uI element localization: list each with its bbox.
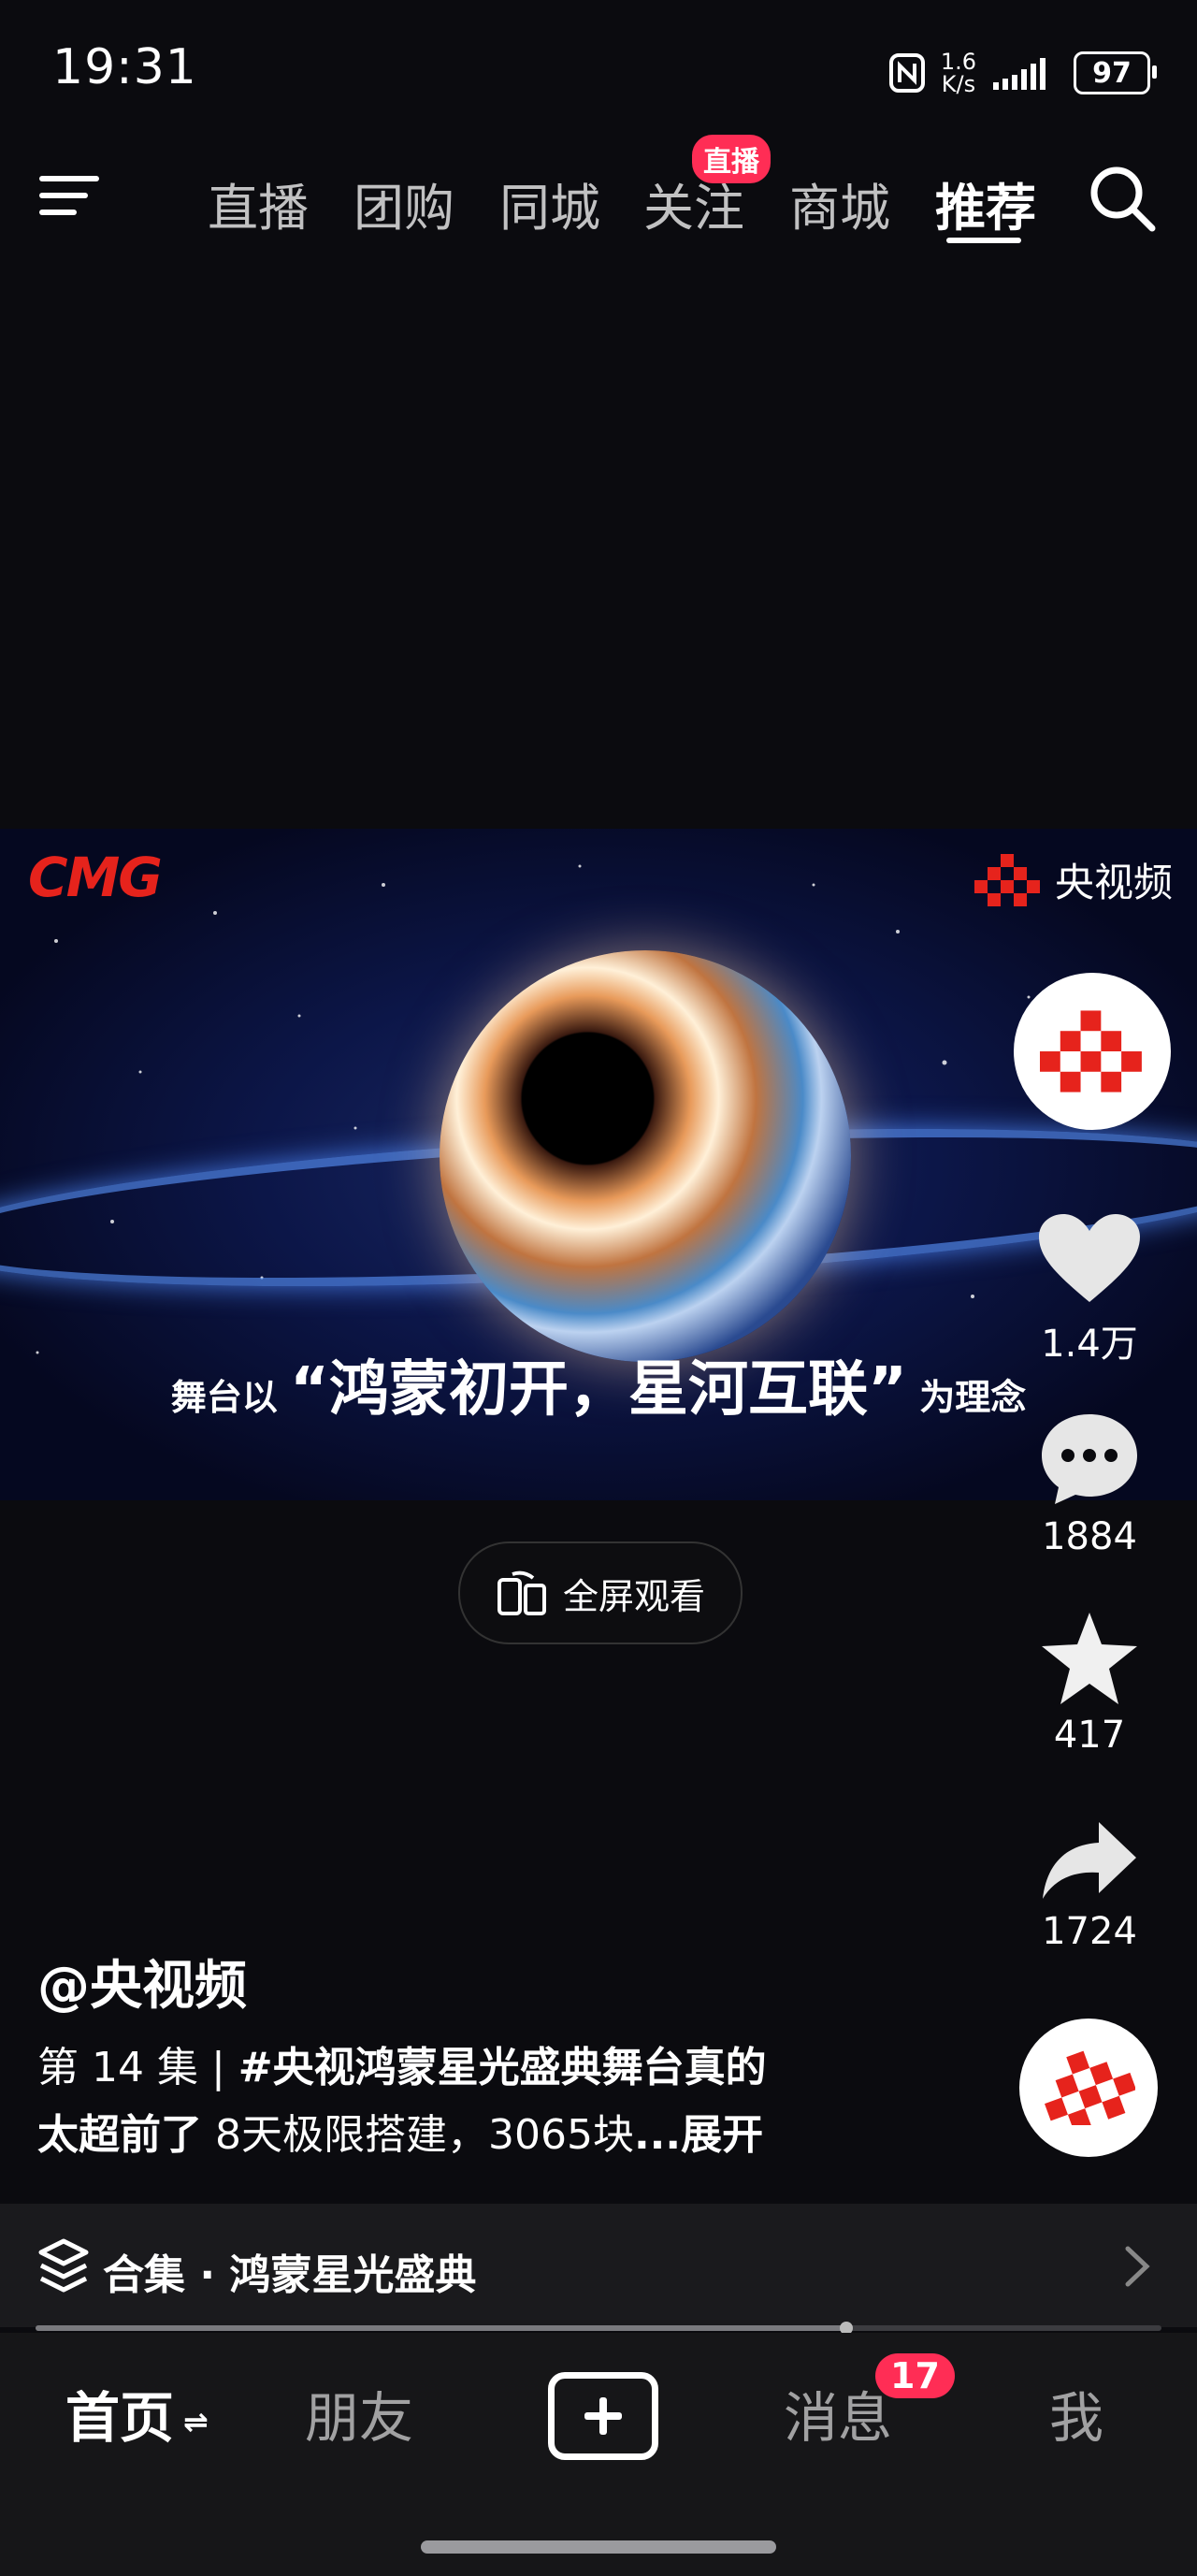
- tab-live[interactable]: 直播: [208, 166, 309, 238]
- collection-label: 合集 · 鸿蒙星光盛典: [103, 2251, 477, 2299]
- comment-icon: [1042, 1414, 1137, 1504]
- author-avatar[interactable]: [1014, 973, 1171, 1130]
- active-tab-indicator: [946, 238, 1021, 243]
- layers-icon: [38, 2238, 89, 2293]
- messages-badge: 17: [875, 2353, 955, 2398]
- heart-icon: [1039, 1214, 1140, 1302]
- rotate-screen-icon: [497, 1570, 546, 1615]
- caption-main: “鸿蒙初开，星河互联”: [289, 1355, 908, 1425]
- plus-icon: [584, 2397, 622, 2435]
- share-button[interactable]: 1724: [1001, 1818, 1178, 1953]
- yangshipin-watermark: 央视频: [973, 851, 1173, 908]
- status-time: 19:31: [52, 39, 197, 95]
- fullscreen-label: 全屏观看: [562, 1575, 705, 1617]
- nfc-icon: [888, 53, 925, 93]
- menu-icon[interactable]: [37, 168, 103, 224]
- cmg-logo: CMG: [28, 846, 163, 909]
- video-description[interactable]: 第 14 集 | #央视鸿蒙星光盛典舞台真的 太超前了 8天极限搭建，3065块…: [37, 2034, 991, 2169]
- yangshipin-logo-icon: [1045, 2050, 1135, 2125]
- comment-count: 1884: [1042, 1515, 1137, 1558]
- share-count: 1724: [1042, 1910, 1137, 1953]
- like-count: 1.4万: [1041, 1323, 1138, 1366]
- planet-orb: [440, 950, 851, 1362]
- nav-home[interactable]: 首页 ⇌: [65, 2374, 209, 2453]
- bottom-nav: 首页 ⇌ 朋友 消息 17 我: [0, 2333, 1197, 2576]
- nav-friends[interactable]: 朋友: [305, 2374, 413, 2453]
- top-nav: 直播 团购 同城 关注 直播 商城 推荐: [0, 135, 1197, 253]
- hashtag-link-cont[interactable]: 太超前了: [37, 2111, 202, 2159]
- episode-label: 第 14 集 |: [37, 2044, 238, 2091]
- comment-button[interactable]: 1884: [1001, 1411, 1178, 1558]
- tab-mall[interactable]: 商城: [789, 166, 890, 238]
- share-arrow-icon: [1043, 1822, 1136, 1899]
- caption-prefix: 舞台以: [170, 1377, 278, 1418]
- collection-bar[interactable]: 合集 · 鸿蒙星光盛典: [0, 2204, 1197, 2327]
- watermark-text: 央视频: [1054, 860, 1173, 905]
- create-button[interactable]: [548, 2372, 658, 2460]
- description-text: 8天极限搭建，3065块: [202, 2111, 634, 2159]
- search-icon[interactable]: [1085, 161, 1160, 236]
- like-button[interactable]: 1.4万: [1001, 1212, 1178, 1368]
- favorite-count: 417: [1053, 1714, 1126, 1757]
- status-bar: 19:31 1.6 K/s 97: [0, 0, 1197, 140]
- status-icons: 1.6 K/s 97: [888, 47, 1157, 99]
- star-icon: [1042, 1613, 1137, 1704]
- yangshipin-logo-icon: [1040, 1010, 1142, 1093]
- progress-fill: [36, 2325, 846, 2331]
- network-speed: 1.6 K/s: [940, 49, 976, 97]
- battery-indicator: 97: [1074, 51, 1157, 94]
- following-live-badge: 直播: [692, 135, 771, 183]
- tab-nearby[interactable]: 同城: [499, 166, 600, 238]
- expand-link[interactable]: ...展开: [634, 2111, 763, 2159]
- switch-arrows-icon: ⇌: [183, 2403, 209, 2439]
- nav-me[interactable]: 我: [1049, 2374, 1103, 2453]
- home-indicator[interactable]: [421, 2540, 776, 2554]
- music-disc[interactable]: [1019, 2019, 1158, 2157]
- fullscreen-button[interactable]: 全屏观看: [458, 1541, 743, 1644]
- video-player[interactable]: CMG 央视频 舞台以 “鸿蒙初开，星河互联” 为理念: [0, 829, 1197, 1500]
- tab-group-buy[interactable]: 团购: [353, 166, 454, 238]
- nav-messages[interactable]: 消息: [784, 2374, 892, 2453]
- yangshipin-logo-icon: [973, 853, 1040, 906]
- signal-icon: [993, 58, 1046, 90]
- author-name[interactable]: @央视频: [37, 1944, 247, 2019]
- tab-recommended[interactable]: 推荐: [935, 166, 1036, 243]
- favorite-button[interactable]: 417: [1001, 1611, 1178, 1757]
- chevron-right-icon: [1125, 2246, 1150, 2287]
- playback-progress[interactable]: [36, 2322, 1161, 2335]
- hashtag-link[interactable]: #央视鸿蒙星光盛典舞台真的: [238, 2044, 767, 2091]
- tab-recommended-label: 推荐: [935, 179, 1036, 238]
- nav-home-label: 首页: [65, 2386, 175, 2450]
